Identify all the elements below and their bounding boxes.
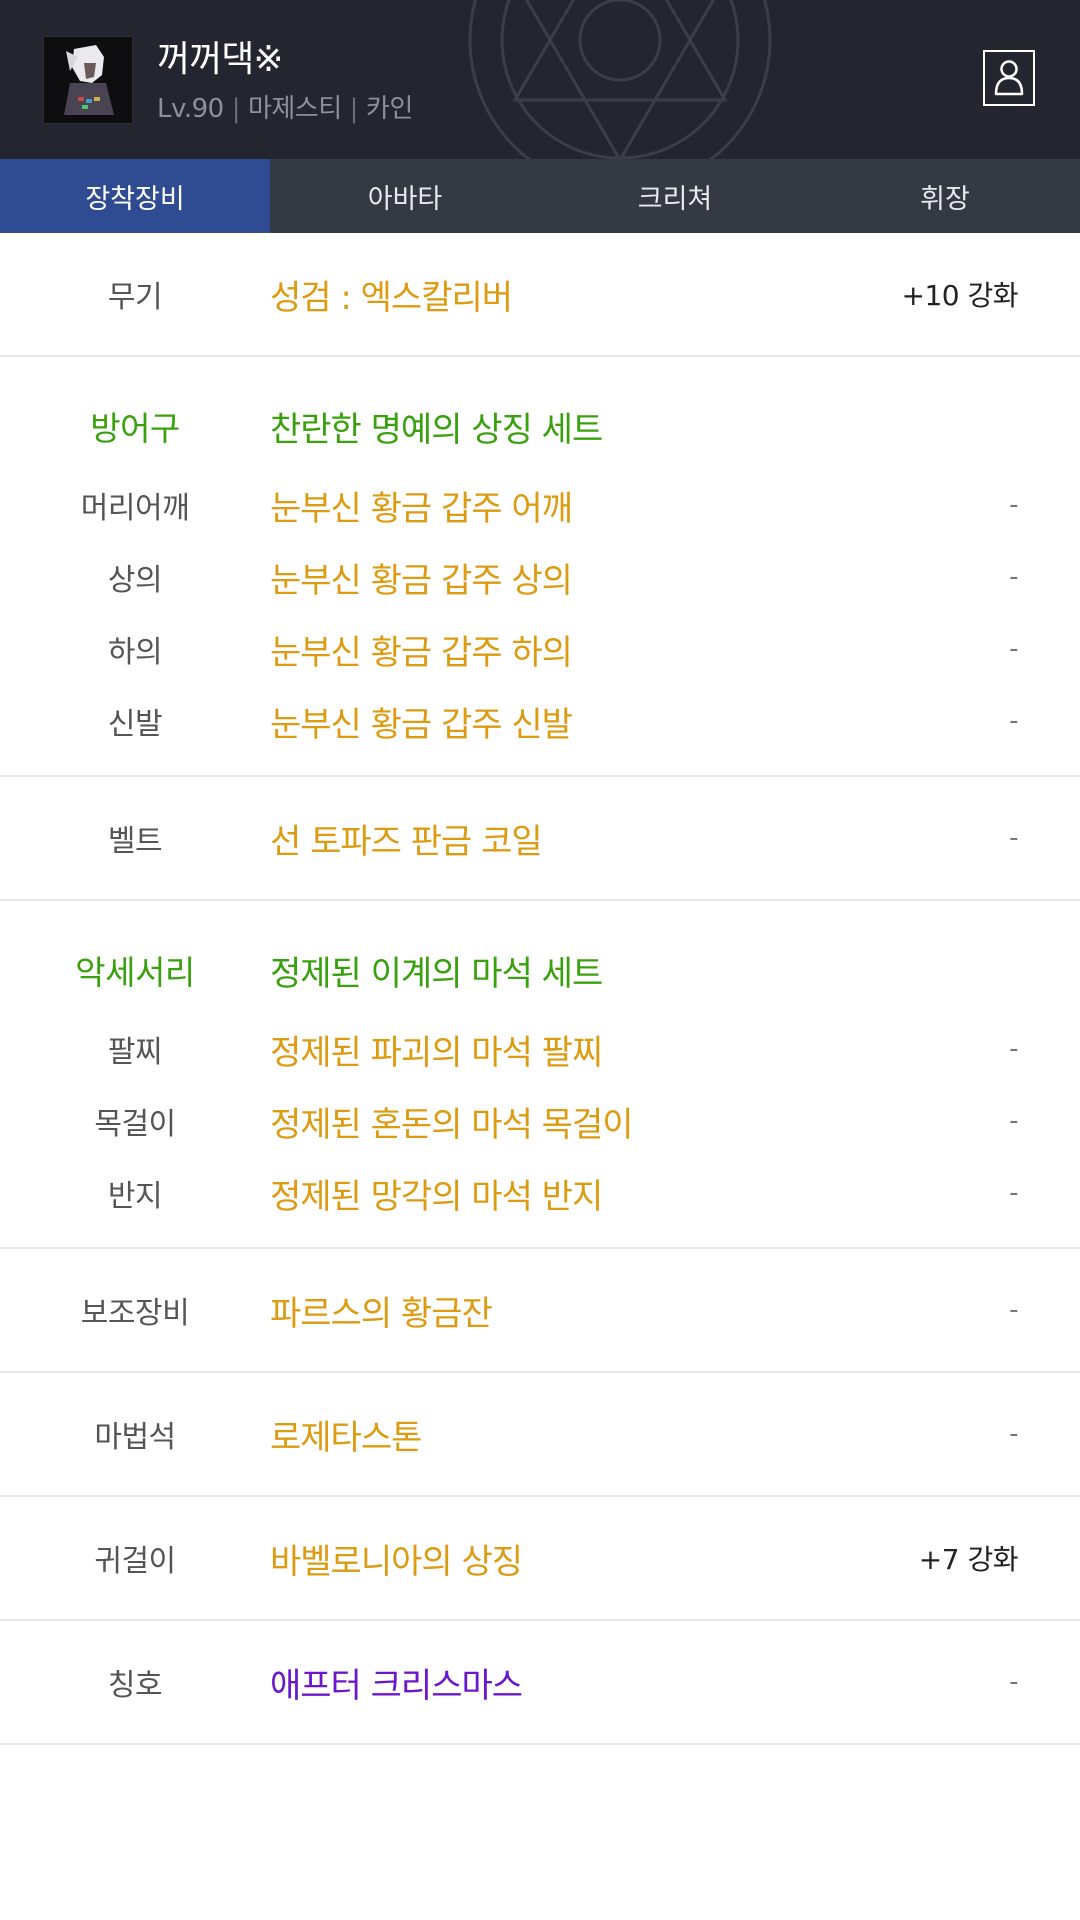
enhance-value: - [1009,1667,1018,1697]
equipment-row-bottom[interactable]: 하의 눈부신 황금 갑주 하의 - [0,613,1080,685]
category-label: 귀걸이 [94,1544,176,1579]
enhance-value: - [1009,1106,1018,1136]
category-label: 벨트 [107,824,163,859]
equipment-row-shoes[interactable]: 신발 눈부신 황금 갑주 신발 - [0,685,1080,757]
equipment-row-top[interactable]: 상의 눈부신 황금 갑주 상의 - [0,541,1080,613]
tab-equipment[interactable]: 장착장비 [0,159,270,233]
armor-set-header: 방어구 찬란한 명예의 상징 세트 [0,383,1080,469]
enhance-value: - [1009,1295,1018,1325]
item-name: 눈부신 황금 갑주 어깨 [270,488,573,529]
person-icon [994,60,1024,96]
sub-equipment-section: 보조장비 파르스의 황금잔 - [0,1249,1080,1373]
magic-stone-section: 마법석 로제타스톤 - [0,1373,1080,1497]
item-name: 파르스의 황금잔 [270,1293,493,1334]
item-name: 정제된 망각의 마석 반지 [270,1176,603,1217]
category-label: 무기 [107,280,163,315]
category-label: 반지 [107,1179,163,1214]
tab-emblem[interactable]: 휘장 [810,159,1080,233]
weapon-section: 무기 성검 : 엑스칼리버 +10 강화 [0,233,1080,357]
item-name: 로제타스톤 [270,1417,422,1458]
accessory-section: 악세서리 정제된 이계의 마석 세트 팔찌 정제된 파괴의 마석 팔찌 - 목걸… [0,927,1080,1249]
character-info: Lv.90 | 마제스티 | 카인 [157,94,413,124]
enhance-value: - [1009,1034,1018,1064]
character-level: Lv.90 [157,94,224,124]
equipment-row-bracelet[interactable]: 팔찌 정제된 파괴의 마석 팔찌 - [0,1013,1080,1085]
item-name: 눈부신 황금 갑주 신발 [270,704,573,745]
equipment-row-earring[interactable]: 귀걸이 바벨로니아의 상징 +7 강화 [0,1497,1080,1619]
enhance-value: - [1009,823,1018,853]
enhance-value: +10 강화 [901,279,1018,312]
title-section: 칭호 애프터 크리스마스 - [0,1621,1080,1745]
set-name: 찬란한 명예의 상징 세트 [270,409,603,450]
item-name: 애프터 크리스마스 [270,1665,523,1706]
character-server: 카인 [365,94,413,124]
character-header: 꺼꺼댁※ Lv.90 | 마제스티 | 카인 [0,0,1080,159]
item-name: 눈부신 황금 갑주 상의 [270,560,573,601]
equipment-row-title[interactable]: 칭호 애프터 크리스마스 - [0,1621,1080,1743]
earring-section: 귀걸이 바벨로니아의 상징 +7 강화 [0,1497,1080,1621]
category-label: 하의 [107,635,163,670]
category-label: 방어구 [90,409,180,448]
equipment-row-weapon[interactable]: 무기 성검 : 엑스칼리버 +10 강화 [0,233,1080,355]
item-name: 눈부신 황금 갑주 하의 [270,632,573,673]
equipment-row-sub[interactable]: 보조장비 파르스의 황금잔 - [0,1249,1080,1371]
enhance-value: - [1009,490,1018,520]
armor-section: 방어구 찬란한 명예의 상징 세트 머리어깨 눈부신 황금 갑주 어깨 - 상의… [0,383,1080,777]
tab-creature[interactable]: 크리쳐 [540,159,810,233]
category-label: 신발 [107,707,163,742]
category-label: 보조장비 [80,1296,190,1331]
category-label: 머리어깨 [80,491,190,526]
enhance-value: - [1009,562,1018,592]
item-name: 정제된 파괴의 마석 팔찌 [270,1032,603,1073]
set-name: 정제된 이계의 마석 세트 [270,953,603,994]
category-label: 악세서리 [75,953,195,992]
profile-button[interactable] [983,50,1035,106]
enhance-value: +7 강화 [918,1543,1019,1576]
tab-bar: 장착장비 아바타 크리쳐 휘장 [0,159,1080,233]
enhance-value: - [1009,1178,1018,1208]
equipment-row-necklace[interactable]: 목걸이 정제된 혼돈의 마석 목걸이 - [0,1085,1080,1157]
category-label: 상의 [107,563,163,598]
equipment-row-shoulder[interactable]: 머리어깨 눈부신 황금 갑주 어깨 - [0,469,1080,541]
avatar [43,36,133,124]
tab-avatar[interactable]: 아바타 [270,159,540,233]
enhance-value: - [1009,706,1018,736]
category-label: 팔찌 [107,1035,163,1070]
enhance-value: - [1009,1419,1018,1449]
category-label: 목걸이 [94,1107,176,1142]
accessory-set-header: 악세서리 정제된 이계의 마석 세트 [0,927,1080,1013]
equipment-row-magic-stone[interactable]: 마법석 로제타스톤 - [0,1373,1080,1495]
equipment-row-ring[interactable]: 반지 정제된 망각의 마석 반지 - [0,1157,1080,1229]
equipment-row-belt[interactable]: 벨트 선 토파즈 판금 코일 - [0,777,1080,899]
item-name: 정제된 혼돈의 마석 목걸이 [270,1104,634,1145]
belt-section: 벨트 선 토파즈 판금 코일 - [0,777,1080,901]
character-job: 마제스티 [247,94,342,124]
category-label: 마법석 [94,1420,176,1455]
enhance-value: - [1009,634,1018,664]
character-name: 꺼꺼댁※ [157,39,284,80]
category-label: 칭호 [107,1668,163,1703]
item-name: 선 토파즈 판금 코일 [270,821,543,862]
